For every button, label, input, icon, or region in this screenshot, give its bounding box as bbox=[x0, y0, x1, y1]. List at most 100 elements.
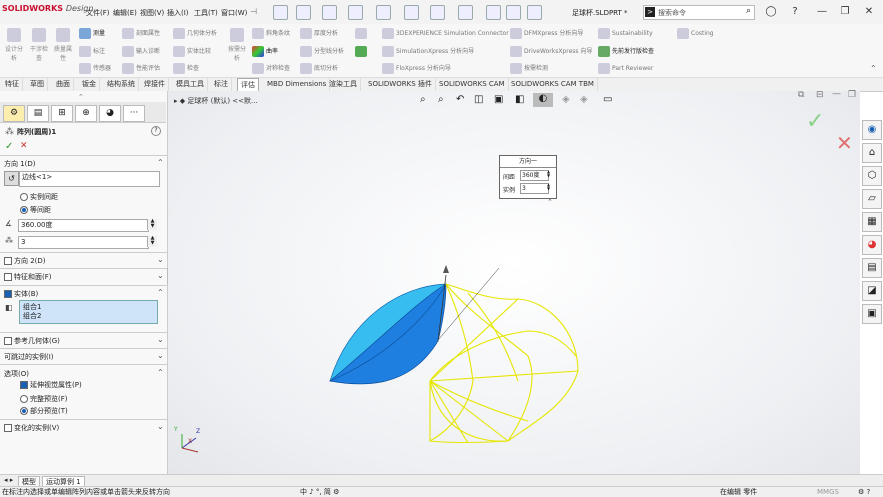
view-palette-icon[interactable]: ▦ bbox=[862, 212, 882, 232]
part-body-face[interactable] bbox=[329, 283, 447, 385]
angle-spinner[interactable]: ▲ ▼ bbox=[147, 219, 157, 230]
radio-equal-spacing[interactable]: 等间距 bbox=[20, 205, 51, 215]
appearance-icon[interactable]: ◈ bbox=[562, 94, 570, 105]
viewport-minimize-button[interactable]: — bbox=[832, 89, 841, 99]
direction1-header[interactable]: 方向 1(D) bbox=[4, 159, 36, 169]
confirm-check-icon[interactable]: ✓ bbox=[806, 109, 824, 134]
display-manager-tab-icon[interactable]: ◕ bbox=[99, 105, 121, 122]
appearances-icon[interactable]: ◕ bbox=[862, 235, 882, 255]
floxpress-button[interactable]: FloXpress 分析向导 bbox=[382, 63, 451, 74]
viewport-split-icon[interactable]: ⊟ bbox=[816, 90, 824, 100]
tab-features[interactable]: 特征 bbox=[2, 78, 23, 91]
propagate-visual-checkbox[interactable]: 延伸视觉属性(P) bbox=[20, 380, 82, 390]
bodies-header[interactable]: 实体(B) bbox=[4, 289, 38, 299]
forum-icon[interactable]: ◪ bbox=[862, 281, 882, 301]
bodies-checkbox[interactable] bbox=[4, 290, 12, 298]
import-diagnostics-button[interactable]: 输入诊断 bbox=[122, 46, 160, 57]
interference-button[interactable]: 干涉检查 bbox=[28, 28, 50, 62]
user-account-icon[interactable]: ◯ bbox=[764, 5, 778, 18]
pattern-axis-field[interactable]: 边线<1> bbox=[19, 171, 160, 187]
pattern-axis-icon[interactable]: ↺ bbox=[4, 171, 19, 186]
skip-instances-header[interactable]: 可跳过的实例(I) bbox=[4, 352, 54, 362]
search-icon[interactable]: ⌕ bbox=[746, 6, 751, 16]
previous-view-icon[interactable]: ↶ bbox=[456, 94, 464, 105]
draft-analysis-button[interactable] bbox=[355, 28, 369, 39]
more-tabs-icon[interactable]: ··· bbox=[123, 105, 145, 122]
bodies-list[interactable]: 组合1 组合2 bbox=[19, 300, 158, 324]
vary-instances-header[interactable]: 变化的实例(V) bbox=[4, 423, 59, 433]
direction-callout[interactable]: 方向一 间距 360度 ▲ ▼ 实例 3 ▲ ▼ bbox=[499, 155, 557, 199]
performance-eval-button[interactable]: 性能评估 bbox=[122, 63, 160, 74]
zoom-to-fit-icon[interactable]: ⌕ bbox=[420, 94, 426, 105]
menu-edit[interactable]: 编辑(E) bbox=[113, 8, 137, 18]
pin-icon[interactable]: ⊣ bbox=[250, 7, 257, 16]
open-icon[interactable] bbox=[322, 5, 337, 20]
dfmxpress-button[interactable]: DFMXpress 分析向导 bbox=[510, 28, 583, 39]
cancel-button[interactable]: ✕ bbox=[20, 141, 28, 151]
redo-icon[interactable] bbox=[430, 5, 445, 20]
annotation-button[interactable]: 标注 bbox=[79, 46, 105, 57]
tab-surfaces[interactable]: 曲面 bbox=[53, 78, 74, 91]
callout-spacing-spinner[interactable]: ▲ ▼ bbox=[547, 170, 550, 178]
zebra-stripes-button[interactable]: 斜角条纹 bbox=[252, 28, 290, 39]
ok-button[interactable]: ✓ bbox=[5, 141, 13, 152]
symmetry-check-button[interactable]: 对称检查 bbox=[252, 63, 290, 74]
section-props-button[interactable]: 剖面属性 bbox=[122, 28, 160, 39]
direction2-checkbox[interactable] bbox=[4, 257, 12, 265]
driveworksxpress-button[interactable]: DriveWorksXpress 向导 bbox=[510, 46, 592, 57]
tab-cam-tbm[interactable]: SOLIDWORKS CAM TBM bbox=[508, 78, 598, 91]
radio-instance-spacing[interactable]: 实例间距 bbox=[20, 192, 58, 202]
viewport-tile-icon[interactable]: ⧉ bbox=[798, 90, 804, 100]
tab-weldments[interactable]: 焊接件 bbox=[141, 78, 169, 91]
restore-button[interactable]: ❐ bbox=[838, 5, 852, 18]
tab-evaluate[interactable]: 评估 bbox=[237, 78, 259, 92]
options-collapse-icon[interactable]: ⌃ bbox=[157, 368, 164, 377]
hide-show-icon[interactable]: ◐ bbox=[533, 93, 553, 107]
tab-structure[interactable]: 结构系统 bbox=[104, 78, 139, 91]
direction2-expand-icon[interactable]: ⌄ bbox=[157, 255, 164, 264]
vary-instances-checkbox[interactable] bbox=[4, 424, 12, 432]
features-faces-header[interactable]: 特征和面(F) bbox=[4, 272, 52, 282]
help-icon[interactable]: ? bbox=[788, 5, 802, 18]
callout-count-spinner[interactable]: ▲ ▼ bbox=[547, 183, 550, 191]
view-settings-icon[interactable]: ▭ bbox=[603, 94, 612, 105]
direction2-header[interactable]: 方向 2(D) bbox=[4, 256, 46, 266]
app-logo[interactable]: SOLIDWORKS Design bbox=[2, 4, 93, 13]
view-orientation-icon[interactable]: ▣ bbox=[494, 94, 503, 105]
options-header[interactable]: 选项(O) bbox=[4, 369, 29, 379]
tab-mbd[interactable]: MBD Dimensions bbox=[264, 78, 331, 91]
sensor-button[interactable]: 传感器 bbox=[79, 63, 111, 74]
callout-spacing-field[interactable]: 360度 bbox=[520, 170, 549, 181]
select-icon[interactable] bbox=[458, 5, 473, 20]
tab-markup[interactable]: 标注 bbox=[211, 78, 232, 91]
resources-home-icon[interactable]: ⌂ bbox=[862, 143, 882, 163]
ref-geometry-checkbox[interactable] bbox=[4, 337, 12, 345]
custom-properties-icon[interactable]: ▤ bbox=[862, 258, 882, 278]
costing-button[interactable]: Costing bbox=[677, 28, 714, 39]
menu-file[interactable]: 文件(F) bbox=[86, 8, 110, 18]
property-manager-tab-icon[interactable]: ▤ bbox=[27, 105, 49, 122]
vary-instances-expand-icon[interactable]: ⌄ bbox=[157, 422, 164, 431]
rebuild-icon[interactable] bbox=[486, 5, 501, 20]
tab-sheet-metal[interactable]: 钣金 bbox=[79, 78, 100, 91]
simulation-connector-button[interactable]: 3DEXPERIENCE Simulation Connector bbox=[382, 28, 509, 39]
callout-collapse-icon[interactable]: ⌃ bbox=[547, 198, 553, 206]
tab-cam[interactable]: SOLIDWORKS CAM bbox=[436, 78, 509, 91]
options-gear-icon[interactable] bbox=[527, 5, 542, 20]
features-expand-icon[interactable]: ⌄ bbox=[157, 271, 164, 280]
feature-manager-tab-icon[interactable]: ⚙ bbox=[3, 105, 25, 122]
zoom-area-icon[interactable]: ⌕ bbox=[438, 94, 444, 105]
menu-tools[interactable]: 工具(T) bbox=[194, 8, 218, 18]
help-circle-icon[interactable]: ? bbox=[151, 126, 161, 136]
direction1-collapse-icon[interactable]: ⌃ bbox=[157, 158, 164, 167]
config-manager-tab-icon[interactable]: ⊞ bbox=[51, 105, 73, 122]
tab-render[interactable]: 渲染工具 bbox=[326, 78, 361, 91]
direction-arrow-icon[interactable] bbox=[443, 265, 449, 273]
simulationxpress-button[interactable]: SimulationXpress 分析向导 bbox=[382, 46, 474, 57]
3dexperience-icon[interactable]: ◉ bbox=[862, 120, 882, 140]
home-icon[interactable] bbox=[273, 5, 288, 20]
mass-props-button[interactable]: 质量属性 bbox=[52, 28, 74, 62]
menu-insert[interactable]: 插入(I) bbox=[167, 8, 189, 18]
design-check-button[interactable]: 设计分析 bbox=[3, 28, 25, 62]
tab-sketch[interactable]: 草图 bbox=[27, 78, 48, 91]
